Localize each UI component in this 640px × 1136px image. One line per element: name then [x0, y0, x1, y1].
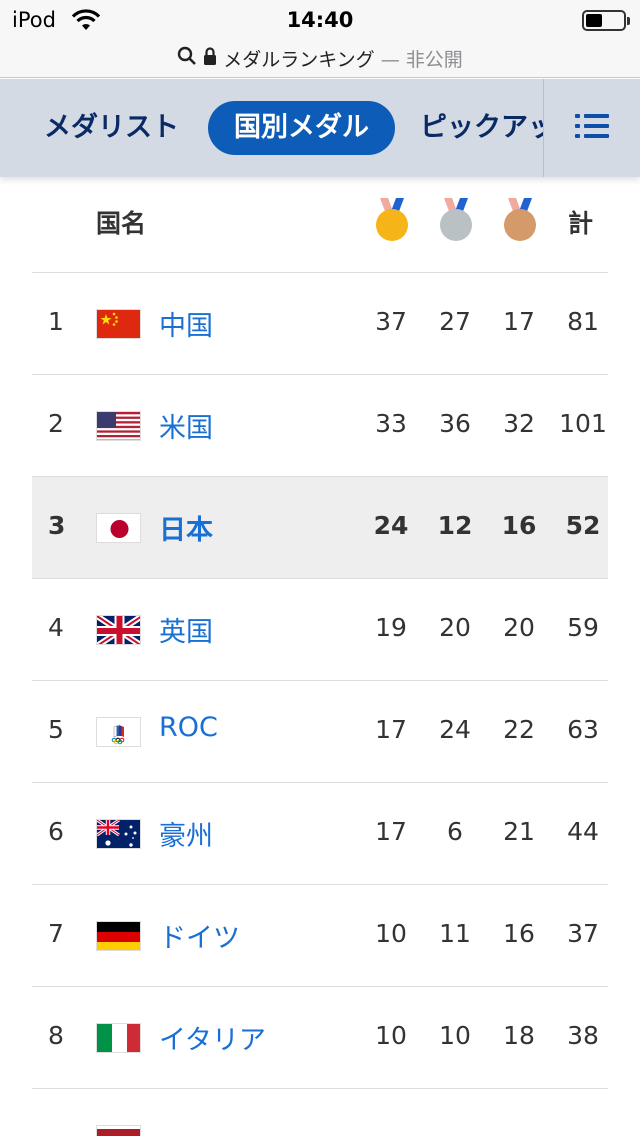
- total-count: 37: [567, 919, 599, 948]
- search-icon: [177, 46, 197, 71]
- gold-medal-icon: [374, 198, 410, 242]
- bronze-count: 21: [503, 817, 535, 846]
- total-count: 101: [559, 409, 607, 438]
- rank: 5: [48, 715, 64, 744]
- table-row[interactable]: 7 ドイツ 10 11 16 37: [32, 885, 608, 987]
- list-menu-icon: [575, 113, 609, 143]
- total-count: 44: [567, 817, 599, 846]
- silver-count: 36: [439, 409, 471, 438]
- country-link[interactable]: 英国: [159, 610, 213, 649]
- gold-count: 10: [375, 919, 407, 948]
- bronze-medal-icon: [502, 198, 538, 242]
- category-tabs: メダリスト 国別メダル ピックアップ: [0, 79, 640, 177]
- total-column-header: 計: [568, 209, 594, 238]
- lock-icon: [203, 46, 217, 71]
- country-link[interactable]: 中国: [159, 304, 213, 343]
- gold-count: 17: [375, 715, 407, 744]
- silver-count: 11: [439, 919, 471, 948]
- battery-icon: [582, 10, 630, 31]
- gold-count: 19: [375, 613, 407, 642]
- bronze-count: 22: [503, 715, 535, 744]
- tab-pickup[interactable]: ピックアップ: [420, 101, 544, 155]
- tab-country-medals[interactable]: 国別メダル: [208, 101, 395, 155]
- rank: 2: [48, 409, 64, 438]
- silver-medal-icon: [438, 198, 474, 242]
- germany-flag-icon: [96, 921, 141, 951]
- menu-button[interactable]: [543, 79, 640, 177]
- silver-count: 27: [439, 307, 471, 336]
- country-link[interactable]: ROC: [159, 712, 218, 743]
- page-title: メダルランキング: [223, 49, 375, 71]
- status-bar: iPod 14:40: [0, 0, 640, 40]
- silver-count: 12: [437, 511, 473, 540]
- rank: 6: [48, 817, 64, 846]
- japan-flag-icon: [96, 513, 141, 543]
- table-header: 国名 計: [32, 178, 608, 273]
- silver-count: 20: [439, 613, 471, 642]
- country-link[interactable]: 米国: [159, 406, 213, 445]
- netherlands-flag-icon: [96, 1125, 141, 1136]
- gold-count: 10: [375, 1021, 407, 1050]
- china-flag-icon: [96, 309, 141, 339]
- table-row[interactable]: 2 米国 33 36 32 101: [32, 375, 608, 477]
- total-count: 63: [567, 715, 599, 744]
- rank: 3: [48, 511, 66, 540]
- gold-count: 37: [375, 307, 407, 336]
- silver-count: 6: [447, 817, 463, 846]
- bronze-count: 17: [503, 307, 535, 336]
- total-count: 81: [567, 307, 599, 336]
- roc-flag-icon: [96, 717, 141, 747]
- clock: 14:40: [286, 8, 354, 32]
- tab-medalists[interactable]: メダリスト: [44, 101, 179, 155]
- gold-count: 24: [373, 511, 409, 540]
- table-row[interactable]: 1 中国 37 27 17 81: [32, 273, 608, 375]
- country-link[interactable]: 日本: [159, 508, 213, 547]
- country-link[interactable]: イタリア: [159, 1018, 266, 1057]
- rank: 7: [48, 919, 64, 948]
- bronze-count: 16: [501, 511, 537, 540]
- private-label: — 非公開: [380, 49, 463, 71]
- country-column-header: 国名: [96, 209, 147, 238]
- total-count: 38: [567, 1021, 599, 1050]
- country-link[interactable]: ドイツ: [159, 916, 240, 955]
- italy-flag-icon: [96, 1023, 141, 1053]
- rank: 1: [48, 307, 64, 336]
- table-row[interactable]: 8 イタリア 10 10 18 38: [32, 987, 608, 1089]
- usa-flag-icon: [96, 411, 141, 441]
- total-count: 52: [565, 511, 601, 540]
- table-row[interactable]: 4 英国 19 20 20 59: [32, 579, 608, 681]
- country-link[interactable]: 豪州: [159, 814, 213, 853]
- table-row-partial[interactable]: [32, 1089, 608, 1136]
- gold-count: 17: [375, 817, 407, 846]
- bronze-count: 18: [503, 1021, 535, 1050]
- rank: 8: [48, 1021, 64, 1050]
- silver-count: 24: [439, 715, 471, 744]
- table-row-highlighted[interactable]: 3 日本 24 12 16 52: [32, 477, 608, 579]
- total-count: 59: [567, 613, 599, 642]
- bronze-count: 20: [503, 613, 535, 642]
- url-bar[interactable]: メダルランキング — 非公開: [0, 40, 640, 78]
- silver-count: 10: [439, 1021, 471, 1050]
- bronze-count: 16: [503, 919, 535, 948]
- gold-count: 33: [375, 409, 407, 438]
- bronze-count: 32: [503, 409, 535, 438]
- table-row[interactable]: 6 豪州 17 6 21 44: [32, 783, 608, 885]
- table-row[interactable]: 5 ROC 17 24 22 63: [32, 681, 608, 783]
- australia-flag-icon: [96, 819, 141, 849]
- rank: 4: [48, 613, 64, 642]
- uk-flag-icon: [96, 615, 141, 645]
